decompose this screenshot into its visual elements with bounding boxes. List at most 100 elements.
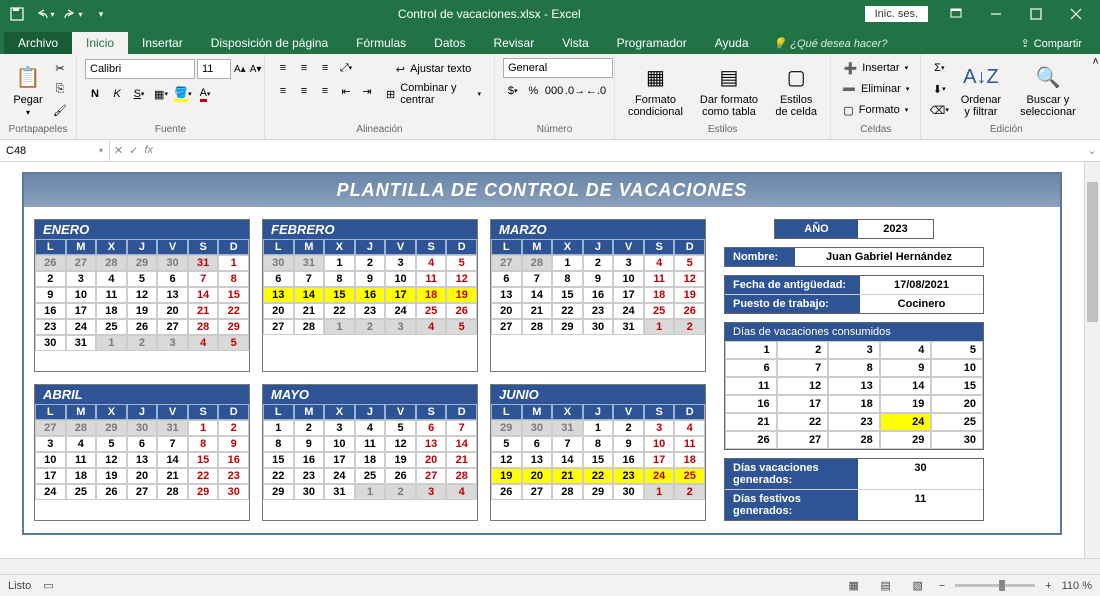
orientation-icon[interactable]: ⤢▾ (336, 58, 356, 78)
italic-icon[interactable]: K (107, 84, 127, 104)
indent-inc-icon[interactable]: ⇥ (357, 81, 377, 101)
currency-icon[interactable]: $▾ (503, 81, 523, 101)
name-box[interactable]: C48▾ (0, 140, 110, 161)
thousands-icon[interactable]: 000 (544, 81, 564, 101)
tab-archivo[interactable]: Archivo (4, 32, 72, 54)
font-color-icon[interactable]: A▾ (195, 84, 215, 104)
tab-vista[interactable]: Vista (548, 32, 602, 54)
cut-icon[interactable]: ✂ (50, 58, 70, 78)
consumed-day: 14 (880, 377, 932, 395)
autosum-icon[interactable]: Σ▾ (929, 58, 949, 78)
horizontal-scrollbar[interactable] (0, 558, 1100, 574)
vertical-scrollbar[interactable] (1084, 162, 1100, 558)
calendar-day: 31 (294, 255, 325, 271)
fill-color-icon[interactable]: 🪣▾ (173, 84, 193, 104)
borders-icon[interactable]: ▦▾ (151, 84, 171, 104)
inc-decimal-icon[interactable]: .0→ (565, 81, 585, 101)
generated-vac-value: 30 (858, 459, 983, 489)
percent-icon[interactable]: % (524, 81, 544, 101)
delete-cells-button[interactable]: ➖ Eliminar ▾ (839, 79, 912, 99)
align-bottom-icon[interactable]: ≡ (315, 58, 335, 78)
consumed-day: 10 (931, 359, 983, 377)
format-painter-icon[interactable]: 🖌 (50, 100, 70, 120)
cond-format-button[interactable]: ▦ Formato condicional (621, 56, 690, 124)
accept-formula-icon[interactable]: ✓ (129, 144, 138, 157)
calendar-day: 2 (385, 484, 416, 500)
consumed-day: 9 (880, 359, 932, 377)
insert-icon: ➕ (843, 62, 857, 75)
ribbon-display-icon[interactable] (936, 0, 976, 28)
merge-button[interactable]: ⊞ Combinar y centrar ▾ (381, 83, 486, 105)
calendar-day: 4 (66, 436, 97, 452)
calendar-day: 24 (644, 468, 675, 484)
tab-inicio[interactable]: Inicio (72, 32, 128, 54)
consumed-header: Días de vacaciones consumidos (725, 323, 983, 341)
expand-formula-icon[interactable]: ⌄ (1084, 144, 1100, 157)
close-icon[interactable] (1056, 0, 1096, 28)
maximize-icon[interactable] (1016, 0, 1056, 28)
align-top-icon[interactable]: ≡ (273, 58, 293, 78)
autosave-icon[interactable] (4, 2, 30, 26)
dec-decimal-icon[interactable]: ←.0 (586, 81, 606, 101)
wrap-text-button[interactable]: ↩ Ajustar texto (381, 58, 486, 80)
bold-icon[interactable]: N (85, 84, 105, 104)
calendar-day: 18 (66, 468, 97, 484)
signin-button[interactable]: Inic. ses. (865, 6, 928, 22)
number-format-select[interactable] (503, 58, 613, 78)
paste-button[interactable]: 📋 Pegar▾ (6, 56, 50, 124)
worksheet-area[interactable]: PLANTILLA DE CONTROL DE VACACIONES ENERO… (0, 162, 1100, 558)
minimize-icon[interactable] (976, 0, 1016, 28)
align-middle-icon[interactable]: ≡ (294, 58, 314, 78)
dow-header: X (552, 239, 583, 255)
calendar-day: 1 (188, 420, 219, 436)
calendar-day: 30 (127, 420, 158, 436)
calendar-day: 24 (613, 303, 644, 319)
align-right-icon[interactable]: ≡ (315, 81, 335, 101)
name-label: Nombre: (725, 248, 795, 266)
formula-bar: C48▾ ✕ ✓ fx ⌄ (0, 140, 1100, 162)
tab-disposicion[interactable]: Disposición de página (197, 32, 342, 54)
calendar-day: 29 (188, 484, 219, 500)
collapse-ribbon-icon[interactable]: ˄ (1091, 54, 1100, 139)
indent-dec-icon[interactable]: ⇤ (336, 81, 356, 101)
undo-icon[interactable]: ▾ (32, 2, 58, 26)
share-button[interactable]: ⇪ Compartir (1010, 33, 1092, 54)
tab-datos[interactable]: Datos (420, 32, 479, 54)
tab-insertar[interactable]: Insertar (128, 32, 197, 54)
tab-formulas[interactable]: Fórmulas (342, 32, 420, 54)
fontsize-select[interactable] (197, 59, 231, 79)
format-cells-button[interactable]: ▢ Formato ▾ (839, 100, 912, 120)
cancel-formula-icon[interactable]: ✕ (114, 144, 123, 157)
tell-me[interactable]: 💡 ¿Qué desea hacer? (763, 33, 898, 54)
align-center-icon[interactable]: ≡ (294, 81, 314, 101)
calendar-day: 25 (96, 319, 127, 335)
tab-programador[interactable]: Programador (603, 32, 701, 54)
format-table-button[interactable]: ▤ Dar formato como tabla (690, 56, 768, 124)
calendar-day: 12 (491, 452, 522, 468)
insert-cells-button[interactable]: ➕ Insertar ▾ (839, 58, 912, 78)
calendar-day: 3 (385, 319, 416, 335)
underline-icon[interactable]: S▾ (129, 84, 149, 104)
fx-icon[interactable]: fx (144, 144, 153, 157)
calendar-day: 11 (96, 287, 127, 303)
copy-icon[interactable]: ⎘ (50, 79, 70, 99)
fill-icon[interactable]: ⬇▾ (929, 79, 949, 99)
decrease-font-icon[interactable]: A▾ (249, 59, 263, 79)
align-left-icon[interactable]: ≡ (273, 81, 293, 101)
consumed-day: 21 (725, 413, 777, 431)
cell-styles-button[interactable]: ▢ Estilos de celda (768, 56, 824, 124)
find-select-button[interactable]: 🔍 Buscar y seleccionar (1011, 56, 1086, 124)
dow-header: S (416, 404, 447, 420)
tab-ayuda[interactable]: Ayuda (701, 32, 763, 54)
sort-filter-button[interactable]: A↓Z Ordenar y filtrar (951, 56, 1010, 124)
clear-icon[interactable]: ⌫▾ (929, 100, 949, 120)
redo-icon[interactable]: ▾ (60, 2, 86, 26)
month-title: MARZO (491, 220, 705, 239)
consumed-day: 28 (828, 431, 880, 449)
tab-revisar[interactable]: Revisar (480, 32, 549, 54)
calendar-day: 19 (96, 468, 127, 484)
increase-font-icon[interactable]: A▴ (233, 59, 247, 79)
consumed-day: 22 (777, 413, 829, 431)
font-select[interactable] (85, 59, 195, 79)
qat-more-icon[interactable]: ▾ (88, 2, 114, 26)
